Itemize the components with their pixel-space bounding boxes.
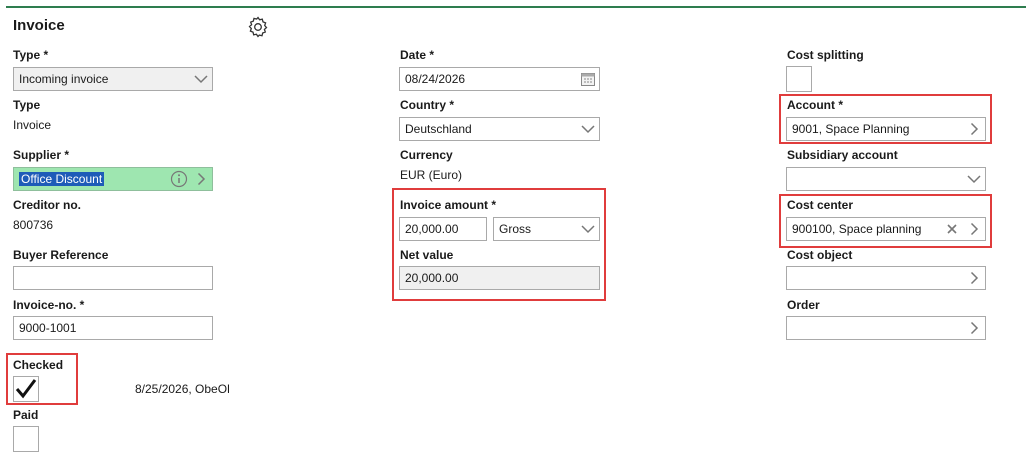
creditor-label: Creditor no. — [13, 198, 81, 212]
chevron-right-icon[interactable] — [963, 317, 985, 339]
clear-icon[interactable] — [941, 218, 963, 240]
account-value: 9001, Space Planning — [792, 122, 910, 136]
creditor-value: 800736 — [13, 218, 54, 232]
chevron-down-icon — [577, 218, 599, 240]
subsidiary-account-select[interactable] — [786, 167, 986, 191]
chevron-right-icon[interactable] — [963, 267, 985, 289]
date-value: 08/24/2026 — [405, 72, 466, 86]
chevron-right-icon[interactable] — [190, 168, 212, 190]
invoice-amount-input[interactable]: 20,000.00 — [399, 217, 487, 241]
date-label: Date * — [400, 48, 435, 62]
type2-label: Type — [13, 98, 41, 112]
cost-center-value: 900100, Space planning — [792, 222, 922, 236]
invoice-amount-value: 20,000.00 — [405, 222, 459, 236]
order-field[interactable] — [786, 316, 986, 340]
gear-icon[interactable] — [246, 15, 270, 39]
amount-type-select[interactable]: Gross — [493, 217, 600, 241]
buyer-reference-label: Buyer Reference — [13, 248, 109, 262]
buyer-reference-input[interactable] — [13, 266, 213, 290]
supplier-field[interactable]: Office Discount — [13, 167, 213, 191]
calendar-icon[interactable] — [577, 68, 599, 90]
checked-checkbox[interactable] — [13, 376, 39, 402]
supplier-value: Office Discount — [19, 172, 105, 186]
paid-label: Paid — [13, 408, 39, 422]
info-icon[interactable] — [168, 168, 190, 190]
invoice-amount-label: Invoice amount * — [400, 198, 497, 212]
net-value-label: Net value — [400, 248, 454, 262]
cost-object-label: Cost object — [787, 248, 853, 262]
invoice-no-input[interactable]: 9000-1001 — [13, 316, 213, 340]
country-select[interactable]: Deutschland — [399, 117, 600, 141]
type2-value: Invoice — [13, 118, 52, 132]
amount-type-value: Gross — [499, 222, 532, 236]
account-label: Account * — [787, 98, 844, 112]
cost-splitting-label: Cost splitting — [787, 48, 864, 62]
paid-checkbox[interactable] — [13, 426, 39, 452]
chevron-right-icon[interactable] — [963, 118, 985, 140]
type-select-value: Incoming invoice — [19, 72, 109, 86]
cost-splitting-checkbox[interactable] — [786, 66, 812, 92]
cost-center-label: Cost center — [787, 198, 854, 212]
order-label: Order — [787, 298, 820, 312]
checked-info: 8/25/2026, ObeOl — [135, 382, 230, 396]
type-select[interactable]: Incoming invoice — [13, 67, 213, 91]
cost-object-field[interactable] — [786, 266, 986, 290]
subsidiary-account-label: Subsidiary account — [787, 148, 898, 162]
type-label: Type * — [13, 48, 49, 62]
date-input[interactable]: 08/24/2026 — [399, 67, 600, 91]
chevron-down-icon — [963, 168, 985, 190]
account-field[interactable]: 9001, Space Planning — [786, 117, 986, 141]
chevron-down-icon — [577, 118, 599, 140]
invoice-no-label: Invoice-no. * — [13, 298, 85, 312]
page-title: Invoice — [13, 17, 65, 34]
currency-label: Currency — [400, 148, 453, 162]
checkmark-icon — [15, 379, 37, 399]
country-label: Country * — [400, 98, 454, 112]
supplier-label: Supplier * — [13, 148, 70, 162]
chevron-right-icon[interactable] — [963, 218, 985, 240]
header-accent-line — [6, 6, 1026, 8]
country-value: Deutschland — [405, 122, 472, 136]
chevron-down-icon — [190, 68, 212, 90]
cost-center-field[interactable]: 900100, Space planning — [786, 217, 986, 241]
currency-value: EUR (Euro) — [400, 168, 463, 182]
invoice-no-value: 9000-1001 — [19, 321, 77, 335]
checked-label: Checked — [13, 358, 64, 372]
net-value: 20,000.00 — [405, 271, 459, 285]
net-value-field: 20,000.00 — [399, 266, 600, 290]
